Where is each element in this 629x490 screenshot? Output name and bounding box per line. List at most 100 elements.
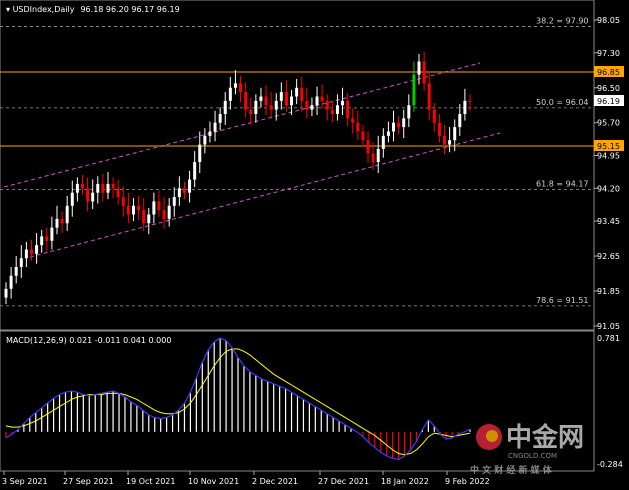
candle-body — [290, 96, 294, 106]
y-tick-label: 91.05 — [597, 322, 620, 331]
candle-body — [310, 105, 314, 110]
candle-body — [453, 127, 457, 141]
y-tick-label: 98.05 — [597, 16, 620, 25]
y-tick-label: 91.85 — [597, 287, 620, 296]
candle-body — [397, 122, 401, 128]
fib-level-label: 78.6 = 91.51 — [536, 296, 589, 305]
candle-body — [24, 249, 28, 259]
x-tick-label: 10 Nov 2021 — [188, 477, 239, 486]
candle-body — [121, 197, 125, 206]
candle-body — [264, 96, 268, 106]
candle-body — [402, 118, 406, 128]
candle-body — [208, 131, 212, 136]
price-chart: ▾ USDIndex,Daily 96.18 96.20 96.17 96.19 … — [0, 0, 624, 486]
candle-body — [35, 245, 39, 254]
candle-body — [60, 218, 64, 224]
candle-body — [325, 100, 329, 110]
candle-body — [468, 100, 472, 102]
fib-level-label: 50.0 = 96.04 — [536, 98, 589, 107]
macd-label: MACD(12,26,9) 0.021 -0.011 0.041 0.000 — [6, 336, 171, 345]
candle-body — [295, 87, 299, 97]
candle-body — [361, 131, 365, 141]
header-title: ▾ USDIndex,Daily 96.18 96.20 96.17 96.19 — [6, 5, 180, 14]
candle-body — [65, 205, 69, 224]
candle-body — [269, 105, 273, 110]
candle-body — [162, 210, 166, 219]
candle-body — [335, 105, 339, 114]
candle-body — [177, 188, 181, 198]
candle-body — [193, 162, 197, 180]
candle-body — [341, 100, 345, 106]
watermark-domain: CNGOLD.COM — [508, 452, 557, 460]
candle-body — [50, 227, 54, 241]
candle-body — [392, 122, 396, 132]
candle-body — [188, 179, 192, 193]
macd-axis-bottom: -0.284 — [597, 460, 623, 469]
candle-body — [157, 201, 161, 211]
candle-body — [443, 135, 447, 145]
candle-body — [279, 92, 283, 101]
y-tick-label: 95.70 — [597, 119, 620, 128]
candle-body — [45, 236, 49, 241]
candle-body — [422, 61, 426, 84]
chart-window: ▾ USDIndex,Daily 96.18 96.20 96.17 96.19 … — [0, 0, 629, 490]
candle-body — [14, 266, 18, 276]
candle-body — [351, 118, 355, 123]
candle-body — [346, 100, 350, 119]
candle-body — [40, 236, 44, 246]
candle-body — [213, 122, 217, 132]
x-tick-label: 18 Jan 2022 — [381, 477, 429, 486]
candle-body — [458, 113, 462, 128]
candle-body — [320, 96, 324, 101]
candle-body — [111, 183, 115, 189]
candle-body — [274, 100, 278, 110]
candle-body — [131, 205, 135, 215]
candle-body — [9, 275, 13, 289]
x-tick-label: 27 Sep 2021 — [63, 477, 114, 486]
candle-body — [91, 192, 95, 202]
candle-body — [239, 83, 243, 93]
y-tick-label: 93.45 — [597, 217, 620, 226]
candle-body — [259, 96, 263, 101]
candle-body — [386, 131, 390, 136]
candle-body — [249, 109, 253, 114]
candle-body — [315, 96, 319, 106]
candle-body — [203, 135, 207, 145]
candle-body — [366, 140, 370, 154]
candle-body — [356, 122, 360, 132]
candle-body — [172, 197, 176, 206]
candle-body — [371, 153, 375, 163]
candle-body — [254, 100, 258, 114]
candle-body — [152, 201, 156, 215]
candle-body — [223, 100, 227, 114]
candle-body — [19, 258, 23, 267]
y-tick-label: 94.20 — [597, 184, 620, 193]
candle-body — [70, 192, 74, 206]
candle-body — [96, 183, 100, 193]
candle-body — [4, 288, 8, 298]
candle-body — [437, 122, 441, 136]
macd-axis-top: 0.781 — [597, 334, 620, 343]
y-tick-label: 92.65 — [597, 252, 620, 261]
candle-body — [142, 210, 146, 224]
watermark-slogan: 中 文 财 经 新 媒 体 — [470, 464, 553, 476]
watermark-brand: 中金网 — [506, 422, 584, 453]
candle-body — [284, 92, 288, 106]
x-tick-label: 9 Feb 2022 — [445, 477, 490, 486]
candle-body — [376, 148, 380, 163]
fib-level-label: 61.8 = 94.17 — [536, 180, 589, 189]
candle-body — [381, 135, 385, 149]
x-tick-label: 2 Dec 2021 — [252, 477, 298, 486]
candle-body — [228, 87, 232, 101]
x-tick-label: 3 Sep 2021 — [2, 477, 48, 486]
candle-body — [137, 205, 141, 211]
candle-body — [167, 205, 171, 219]
fib-level-label: 38.2 = 97.90 — [536, 17, 589, 26]
candle-body — [75, 183, 79, 193]
x-tick-label: 19 Oct 2021 — [126, 477, 175, 486]
x-tick-label: 27 Dec 2021 — [318, 477, 369, 486]
candle-body — [80, 183, 84, 189]
candle-body — [244, 92, 248, 110]
candle-body — [101, 183, 105, 193]
candle-body — [448, 140, 452, 145]
